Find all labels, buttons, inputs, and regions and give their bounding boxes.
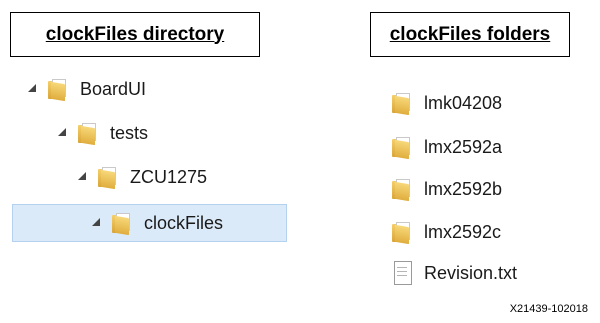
tree-item-tests[interactable]: tests [58,118,148,148]
expand-arrow-icon[interactable] [58,128,68,138]
left-panel-title: clockFiles directory [10,12,260,57]
list-item-label: lmx2592c [424,221,502,242]
figure-id: X21439-102018 [509,303,588,315]
expand-arrow-icon[interactable] [92,218,102,228]
list-item-label: Revision.txt [424,262,518,283]
text-file-icon [392,261,412,285]
tree-item-label: clockFiles [144,212,224,233]
folder-icon [390,221,412,245]
folder-icon [390,178,412,202]
list-item-revision-txt[interactable]: Revision.txt [392,258,517,288]
expand-arrow-icon[interactable] [28,84,38,94]
folder-icon [46,78,68,102]
tree-item-zcu1275[interactable]: ZCU1275 [78,162,207,192]
list-item-lmx2592c[interactable]: lmx2592c [390,217,501,247]
list-item-label: lmx2592b [424,178,503,199]
right-panel-title: clockFiles folders [370,12,570,57]
list-item-label: lmx2592a [424,136,503,157]
folder-icon [76,122,98,146]
list-item-label: lmk04208 [424,92,503,113]
tree-item-clockfiles[interactable]: clockFiles [92,208,223,238]
list-item-lmk04208[interactable]: lmk04208 [390,88,502,118]
list-item-lmx2592b[interactable]: lmx2592b [390,174,502,204]
folder-icon [96,166,118,190]
tree-item-label: BoardUI [80,78,147,99]
expand-arrow-icon[interactable] [78,172,88,182]
list-item-lmx2592a[interactable]: lmx2592a [390,132,502,162]
folder-icon [390,92,412,116]
tree-item-label: ZCU1275 [130,166,208,187]
folder-icon [390,136,412,160]
folder-icon [110,212,132,236]
tree-item-boardui[interactable]: BoardUI [28,74,146,104]
tree-item-label: tests [110,122,149,143]
